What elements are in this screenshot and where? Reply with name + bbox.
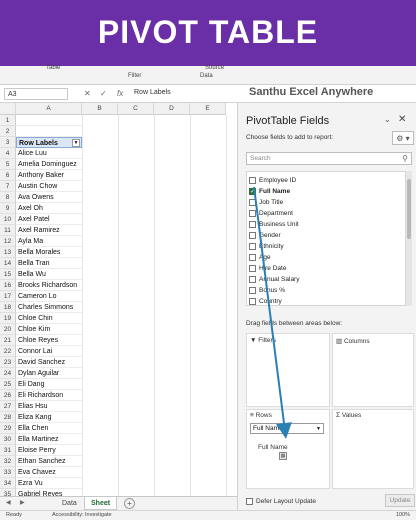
add-sheet-icon[interactable]: + bbox=[124, 498, 135, 509]
tab-sheet[interactable]: Sheet bbox=[84, 497, 118, 510]
zoom-level[interactable]: 100% bbox=[396, 511, 410, 520]
sheet-tabs-bar: ◀ ▶ Data Sheet ... + bbox=[0, 496, 237, 510]
prev-sheet-icon[interactable]: ◀ bbox=[6, 499, 11, 506]
tab-data[interactable]: Data bbox=[56, 497, 83, 510]
status-bar: Ready Accessibility: Investigate 100% bbox=[0, 510, 416, 520]
next-sheet-icon[interactable]: ▶ bbox=[20, 499, 25, 506]
drag-arrow-line bbox=[253, 186, 292, 439]
accessibility-status[interactable]: Accessibility: Investigate bbox=[52, 511, 112, 520]
annotation-arrow bbox=[253, 186, 292, 439]
status-ready: Ready bbox=[6, 512, 22, 518]
more-sheets[interactable]: ... bbox=[104, 497, 110, 510]
